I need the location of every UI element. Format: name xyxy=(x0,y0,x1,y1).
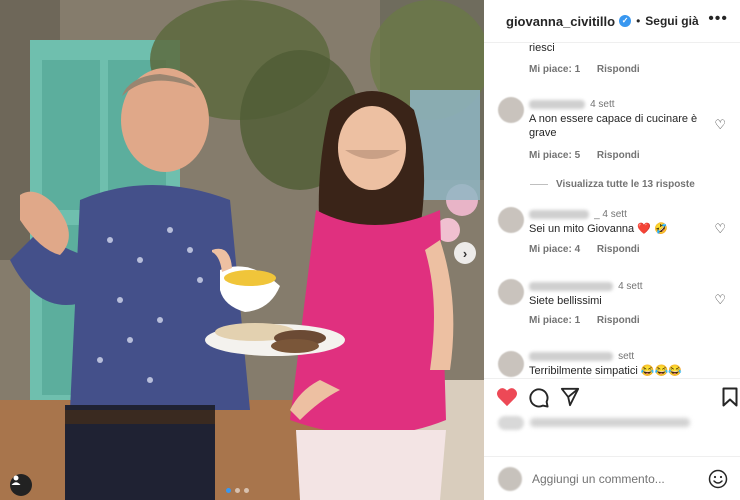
comment-text: Terribilmente simpatici 😂😂😂 xyxy=(529,365,682,377)
avatar xyxy=(498,467,522,491)
liker-avatar xyxy=(498,416,524,430)
reply-button[interactable]: Rispondi xyxy=(597,150,640,161)
photo-scene xyxy=(0,0,484,500)
comment-time: _ 4 sett xyxy=(594,209,627,220)
avatar[interactable] xyxy=(498,97,524,123)
comment-bubble-icon[interactable] xyxy=(528,387,549,408)
blurred-username xyxy=(529,281,613,291)
post-side-panel: giovanna_civitillo ✓ • Segui già ••• rie… xyxy=(484,0,740,500)
comment-likes[interactable]: Mi piace: 5 xyxy=(529,150,580,161)
comment-like-icon[interactable]: ♡ xyxy=(714,221,726,237)
comment-like-icon[interactable]: ♡ xyxy=(714,292,726,308)
paper-plane-icon[interactable] xyxy=(560,387,580,407)
user-tag-button[interactable] xyxy=(10,474,32,496)
comment-meta: Mi piace: 1 Rispondi xyxy=(529,315,640,326)
likes-summary-blurred xyxy=(498,414,698,430)
comment-text: Siete bellissimi xyxy=(529,295,602,307)
comment-likes[interactable]: Mi piace: 1 xyxy=(529,64,580,75)
carousel-dot xyxy=(226,488,231,493)
likes-text-blurred xyxy=(530,418,690,427)
comment-likes[interactable]: Mi piace: 4 xyxy=(529,244,580,255)
man-shirt xyxy=(70,185,250,410)
comment-time: sett xyxy=(618,351,635,362)
post-actions-bar xyxy=(484,378,740,414)
avatar[interactable] xyxy=(498,279,524,305)
emoji-smile-icon[interactable] xyxy=(708,469,728,489)
heart-filled-icon[interactable] xyxy=(496,387,518,407)
verified-badge-icon: ✓ xyxy=(619,15,632,27)
add-comment-bar xyxy=(484,456,740,500)
carousel-indicator xyxy=(226,488,249,493)
carousel-next-button[interactable]: › xyxy=(454,242,476,264)
chevron-right-icon: › xyxy=(462,245,468,261)
header-separator: • xyxy=(636,14,641,28)
view-replies-button[interactable]: Visualizza tutte le 13 risposte xyxy=(530,179,695,190)
blurred-username xyxy=(529,99,585,109)
bookmark-icon[interactable] xyxy=(722,387,738,407)
comment-time: 4 sett xyxy=(590,99,615,110)
reply-button[interactable]: Rispondi xyxy=(597,315,640,326)
comment-body: 4 sett A non essere capace di cucinare è… xyxy=(529,97,709,140)
following-button[interactable]: Segui già xyxy=(645,14,698,28)
comment-meta: Mi piace: 5 Rispondi xyxy=(529,150,640,161)
reply-button[interactable]: Rispondi xyxy=(597,244,640,255)
comment-meta: Mi piace: 1 Rispondi xyxy=(529,64,640,75)
post-photo[interactable]: › xyxy=(0,0,484,500)
blurred-username xyxy=(529,209,589,219)
user-tag-icon xyxy=(11,475,21,485)
comment-meta: Mi piace: 4 Rispondi xyxy=(529,244,640,255)
woman-face xyxy=(338,106,406,190)
comment-likes[interactable]: Mi piace: 1 xyxy=(529,315,580,326)
comments-list[interactable]: riesci Mi piace: 1 Rispondi 4 sett A non… xyxy=(484,43,740,378)
comment-text: Sei un mito Giovanna ❤️ 🤣 xyxy=(529,223,668,235)
comment-text: riesci xyxy=(529,43,555,54)
blurred-username xyxy=(529,351,613,361)
comment-time: 4 sett xyxy=(618,281,643,292)
comment-like-icon[interactable]: ♡ xyxy=(714,117,726,133)
add-comment-input[interactable] xyxy=(532,469,692,489)
more-options-icon[interactable]: ••• xyxy=(708,10,728,28)
post-username[interactable]: giovanna_civitillo xyxy=(506,14,615,29)
comment-text: A non essere capace di cucinare è grave xyxy=(529,113,698,139)
comment-body: _ 4 sett Sei un mito Giovanna ❤️ 🤣 xyxy=(529,207,709,236)
avatar[interactable] xyxy=(498,351,524,377)
comment-body: sett Terribilmente simpatici 😂😂😂 xyxy=(529,349,709,378)
avatar[interactable] xyxy=(498,207,524,233)
carousel-dot xyxy=(235,488,240,493)
comment-body: 4 sett Siete bellissimi xyxy=(529,279,709,308)
carousel-dot xyxy=(244,488,249,493)
reply-button[interactable]: Rispondi xyxy=(597,64,640,75)
post-header: giovanna_civitillo ✓ • Segui già ••• xyxy=(484,0,740,43)
